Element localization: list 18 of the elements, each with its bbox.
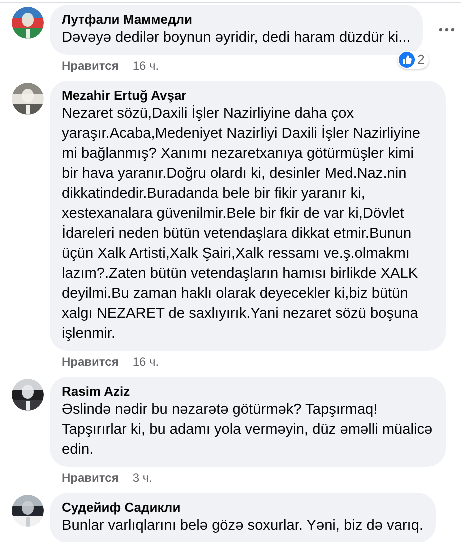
author-name[interactable]: Rasim Aziz	[62, 383, 434, 400]
timestamp: 16 ч.	[132, 59, 160, 73]
author-name[interactable]: Судейиф Садикли	[62, 499, 424, 516]
like-link[interactable]: Нравится	[62, 471, 119, 485]
comment-text: Əslində nədir bu nəzarətə götürmək? Tapşırmaq! Tapşırırlar ki, bu adamı yola verməyin, düz əməlli müalicə edin.	[62, 401, 434, 460]
thumbs-up-icon	[398, 52, 415, 68]
more-options-icon[interactable]	[438, 28, 455, 32]
author-name[interactable]: Mezahir Ertuğ Avşar	[62, 87, 434, 104]
reaction-count: 2	[418, 52, 425, 68]
timestamp: 3 ч.	[132, 471, 152, 485]
like-link[interactable]: Нравится	[62, 355, 119, 369]
comment-text: Nezaret sözü,Daxili İşler Nazirliyine daha çox yaraşır.Acaba,Medeniyet Nazirliyi Daxili İşler Nazirliyine mi bağlanmış? Xanımı nezaretxanıya götürmüşler kimi bir hava yaranır.Doğru olardı ki, desinler Med.Naz.nin dikkatindedir.Buradanda bele bir fikir yaranır ki, xestexanalara güvenilmir.Bele bir fkir de var ki,Dövlet İdareleri neden bütün vetendaşlara dikkat etmir.Bunun üçün Xalk Artisti,Xalk Şairi,Xalk ressamı ve.ş.olmakmı lazım?.Zaten bütün vetendaşların hamısı birlikde XALK deyilmi.Bu zaman haklı olarak deyecekler ki,biz bütün xalgı NEZARET de saxlıyırık.Yani nezaret sözü boşuna işlenmir.	[62, 104, 422, 344]
timestamp: 16 ч.	[132, 355, 160, 369]
author-name[interactable]: Лутфали Маммедли	[62, 11, 411, 28]
comment-text: Bunlar varlıqlarını belə gözə soxurlar. Yəni, biz də varıq.	[62, 517, 424, 536]
reaction-badge[interactable]: 2	[398, 51, 429, 69]
comment-text: Dəvəyə dedilər boynun əyridir, dedi haram düzdür ki...	[62, 29, 411, 48]
like-link[interactable]: Нравится	[62, 59, 119, 73]
